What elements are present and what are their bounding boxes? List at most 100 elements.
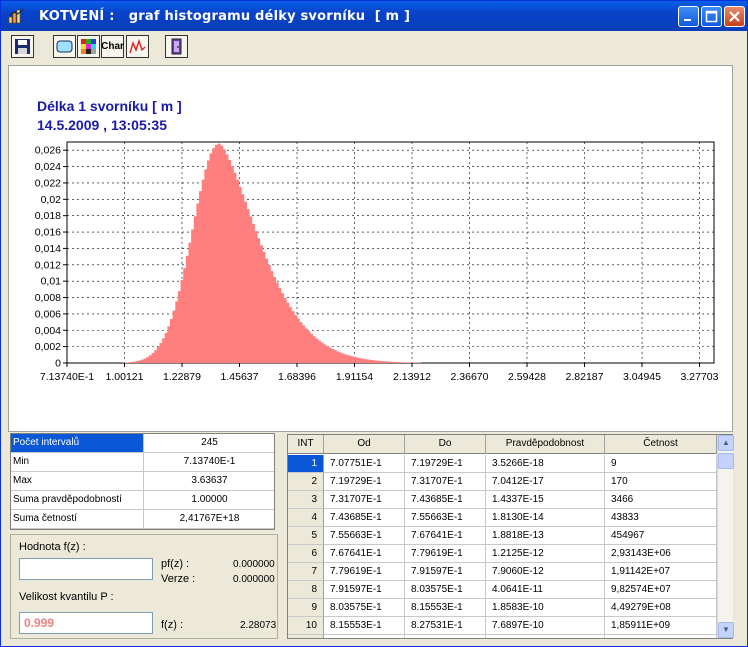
window-title: KOTVENÍ : graf histogramu délky svorníku… (39, 9, 411, 24)
histogram-bar (236, 179, 240, 363)
table-cell[interactable]: 454967 (605, 527, 717, 545)
table-cell[interactable]: 1 (288, 455, 324, 473)
stats-row[interactable]: Max 3.63637 (11, 472, 274, 491)
scroll-thumb[interactable] (718, 453, 734, 469)
table-cell[interactable]: 7.6897E-10 (486, 617, 605, 635)
table-cell[interactable]: 7.31707E-1 (405, 473, 486, 491)
table-cell[interactable]: 9 (288, 599, 324, 617)
histogram-bar (283, 298, 287, 363)
table-cell[interactable]: 7.43685E-1 (324, 509, 405, 527)
table-cell[interactable]: 7.9060E-12 (486, 563, 605, 581)
table-cell[interactable]: 7 (288, 563, 324, 581)
table-cell[interactable]: 1.2125E-12 (486, 545, 605, 563)
scroll-up-button[interactable]: ▲ (718, 435, 734, 451)
table-cell[interactable]: 10 (288, 617, 324, 635)
table-cell[interactable]: 7.0412E-17 (486, 473, 605, 491)
table-cell[interactable]: 8.03575E-1 (405, 581, 486, 599)
table-cell[interactable]: 4.0641E-11 (486, 581, 605, 599)
stats-row[interactable]: Počet intervalů 245 (11, 434, 274, 453)
chart-editor-button[interactable]: Char (101, 35, 124, 58)
stats-row[interactable]: Suma pravděpodobností 1.00000 (11, 491, 274, 510)
stats-row[interactable]: Suma četností 2,41767E+18 (11, 510, 274, 529)
table-cell[interactable]: 3 (288, 491, 324, 509)
table-cell[interactable]: 4 (288, 509, 324, 527)
table-cell[interactable]: 7.79619E-1 (324, 563, 405, 581)
table-cell[interactable]: 7.31707E-1 (324, 491, 405, 509)
table-cell[interactable]: 7.43685E-1 (405, 491, 486, 509)
table-cell-partial (405, 635, 486, 638)
table-cell[interactable]: 1,85911E+09 (605, 617, 717, 635)
table-cell[interactable]: 7.67641E-1 (324, 545, 405, 563)
table-cell[interactable]: 7.79619E-1 (405, 545, 486, 563)
table-cell[interactable]: 7.07751E-1 (324, 455, 405, 473)
table-cell[interactable]: 1.8130E-14 (486, 509, 605, 527)
table-cell[interactable]: 5 (288, 527, 324, 545)
histogram-bar (196, 203, 200, 363)
x-tick-label: 2.59428 (508, 371, 546, 383)
histogram-bar (159, 343, 163, 363)
table-cell[interactable]: 7.91597E-1 (324, 581, 405, 599)
table-cell[interactable]: 7.19729E-1 (324, 473, 405, 491)
table-scrollbar[interactable]: ▲ ▼ (717, 435, 734, 638)
histogram-bar (249, 216, 253, 363)
table-cell[interactable]: 170 (605, 473, 717, 491)
kvantil-input[interactable]: 0.999 (19, 612, 153, 634)
minimize-button[interactable] (678, 6, 699, 27)
table-cell[interactable]: 3.5266E-18 (486, 455, 605, 473)
table-cell[interactable]: 6 (288, 545, 324, 563)
histogram-bar (407, 362, 411, 363)
stats-label: Počet intervalů (11, 434, 144, 452)
table-cell[interactable]: 7.55663E-1 (405, 509, 486, 527)
table-cell[interactable]: 1.8818E-13 (486, 527, 605, 545)
table-cell[interactable]: 43833 (605, 509, 717, 527)
stats-row[interactable]: Min 7.13740E-1 (11, 453, 274, 472)
fz-value: 2.28073 (240, 620, 277, 631)
header-col-cetnost[interactable]: Četnost (605, 435, 717, 454)
table-cell[interactable]: 4,49279E+08 (605, 599, 717, 617)
header-col-int[interactable]: INT (288, 435, 324, 454)
table-cell[interactable]: 7.67641E-1 (405, 527, 486, 545)
table-cell[interactable]: 8.27531E-1 (405, 617, 486, 635)
color-palette-button[interactable] (77, 35, 100, 58)
table-cell[interactable]: 8.15553E-1 (405, 599, 486, 617)
table-cell[interactable]: 2,93143E+06 (605, 545, 717, 563)
histogram-bar (246, 209, 250, 363)
table-cell[interactable]: 7.91597E-1 (405, 563, 486, 581)
hodnota-input[interactable] (19, 558, 153, 580)
header-col-pravdepodobnost[interactable]: Pravděpodobnost (486, 435, 605, 454)
table-cell[interactable]: 1.8583E-10 (486, 599, 605, 617)
table-cell[interactable]: 1.4337E-15 (486, 491, 605, 509)
save-button[interactable] (11, 35, 34, 58)
line-graph-button[interactable] (126, 35, 149, 58)
histogram-bar (206, 160, 211, 363)
histogram-bar (333, 350, 337, 363)
histogram-bar (191, 229, 195, 363)
fz-label: f(z) : (161, 619, 183, 631)
exit-button[interactable] (165, 35, 188, 58)
table-cell[interactable]: 8.15553E-1 (324, 617, 405, 635)
table-cell[interactable]: 7.19729E-1 (405, 455, 486, 473)
display-button[interactable] (53, 35, 76, 58)
y-tick-label: 0,002 (35, 341, 61, 353)
table-cell[interactable]: 3466 (605, 491, 717, 509)
y-tick-label: 0,02 (41, 194, 62, 206)
table-cell[interactable]: 8.03575E-1 (324, 599, 405, 617)
scroll-down-button[interactable]: ▼ (718, 622, 734, 638)
table-cell[interactable]: 9,82574E+07 (605, 581, 717, 599)
header-col-od[interactable]: Od (324, 435, 405, 454)
table-cell[interactable]: 9 (605, 455, 717, 473)
header-col-do[interactable]: Do (405, 435, 486, 454)
close-button[interactable] (724, 6, 745, 27)
histogram-bar (185, 255, 189, 363)
histogram-bar (336, 351, 340, 363)
histogram-bar (370, 360, 374, 363)
pfz-value: 0.000000 (233, 559, 275, 570)
histogram-bar (146, 357, 150, 363)
table-cell[interactable]: 7.55663E-1 (324, 527, 405, 545)
table-cell[interactable]: 2 (288, 473, 324, 491)
maximize-button[interactable] (701, 6, 722, 27)
table-cell-partial (324, 635, 405, 638)
histogram-bar (296, 318, 300, 363)
table-cell[interactable]: 8 (288, 581, 324, 599)
table-cell[interactable]: 1,91142E+07 (605, 563, 717, 581)
